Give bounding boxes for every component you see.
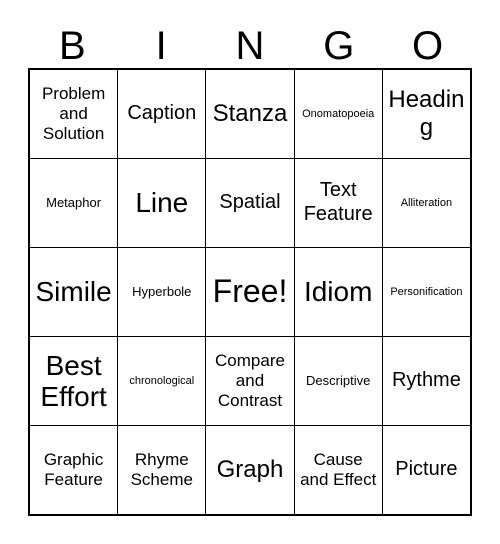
bingo-cell-r2c5[interactable]: Alliteration (382, 159, 470, 247)
bingo-cell-label: Caption (127, 102, 197, 125)
bingo-header-row: B I N G O (28, 16, 472, 68)
bingo-header-letter-b: B (59, 24, 86, 68)
bingo-grid: Problem and Solution Caption Stanza Onomato… (28, 68, 472, 516)
bingo-cell-label: Idiom (303, 276, 373, 308)
bingo-cell-r1c2[interactable]: Caption (118, 70, 206, 158)
bingo-cell-label: Rythme (391, 369, 461, 392)
bingo-cell-label: Rhyme Scheme (130, 449, 193, 489)
bingo-cell-label: Cause and Effect (300, 449, 377, 489)
bingo-cell-r3c5[interactable]: Personification (382, 248, 470, 336)
bingo-cell-r2c4[interactable]: Text Feature (294, 159, 382, 247)
bingo-header-letter-n: N (235, 24, 265, 68)
bingo-cell-r3c1[interactable]: Simile (30, 248, 118, 336)
bingo-cell-label: Free! (212, 273, 288, 310)
bingo-cell-r2c3[interactable]: Spatial (206, 159, 294, 247)
bingo-cell-label: Stanza (212, 100, 288, 128)
bingo-cell-label: Personification (390, 285, 463, 298)
bingo-cell-label: Problem and Solution (41, 83, 106, 144)
bingo-cell-label: Onomatopoeia (302, 107, 375, 120)
bingo-cell-label: Line (135, 187, 189, 219)
bingo-header-letter-i: I (155, 24, 167, 68)
bingo-header-letter-o: O (412, 24, 444, 68)
bingo-cell-r3c2[interactable]: Hyperbole (118, 248, 206, 336)
bingo-cell-label: Hyperbole (132, 283, 192, 299)
bingo-cell-r5c4[interactable]: Cause and Effect (294, 426, 382, 514)
bingo-cell-r5c5[interactable]: Picture (382, 426, 470, 514)
bingo-cell-label: Descriptive (306, 372, 371, 388)
bingo-cell-r4c2[interactable]: chronological (118, 337, 206, 425)
bingo-cell-r4c3[interactable]: Compare and Contrast (206, 337, 294, 425)
bingo-cell-label: Graph (216, 456, 284, 484)
bingo-cell-r1c4[interactable]: Onomatopoeia (294, 70, 382, 158)
bingo-cell-label: Picture (395, 458, 458, 481)
bingo-cell-label: Compare and Contrast (215, 350, 285, 411)
bingo-cell-r2c2[interactable]: Line (118, 159, 206, 247)
bingo-cell-r3c4[interactable]: Idiom (294, 248, 382, 336)
bingo-cell-r1c5[interactable]: Heading (382, 70, 470, 158)
bingo-cell-label: Text Feature (303, 179, 373, 225)
bingo-cell-r4c4[interactable]: Descriptive (294, 337, 382, 425)
bingo-cell-r2c1[interactable]: Metaphor (30, 159, 118, 247)
bingo-cell-label: Simile (35, 276, 112, 308)
bingo-cell-r5c1[interactable]: Graphic Feature (30, 426, 118, 514)
bingo-cell-label: Spatial (219, 191, 281, 214)
bingo-free-space[interactable]: Free! (206, 248, 294, 336)
bingo-cell-label: Metaphor (46, 194, 102, 210)
bingo-cell-r4c1[interactable]: Best Effort (30, 337, 118, 425)
bingo-cell-r1c3[interactable]: Stanza (206, 70, 294, 158)
bingo-cell-r5c2[interactable]: Rhyme Scheme (118, 426, 206, 514)
bingo-card: B I N G O Problem and Solution Caption Sta… (0, 0, 500, 544)
bingo-header-letter-g: G (323, 24, 355, 68)
bingo-cell-r5c3[interactable]: Graph (206, 426, 294, 514)
bingo-cell-label: Alliteration (400, 196, 453, 209)
bingo-cell-r1c1[interactable]: Problem and Solution (30, 70, 118, 158)
bingo-cell-r4c5[interactable]: Rythme (382, 337, 470, 425)
bingo-cell-label: chronological (129, 374, 195, 387)
bingo-cell-label: Best Effort (40, 349, 107, 412)
bingo-cell-label: Heading (388, 86, 465, 141)
bingo-cell-label: Graphic Feature (43, 449, 104, 489)
